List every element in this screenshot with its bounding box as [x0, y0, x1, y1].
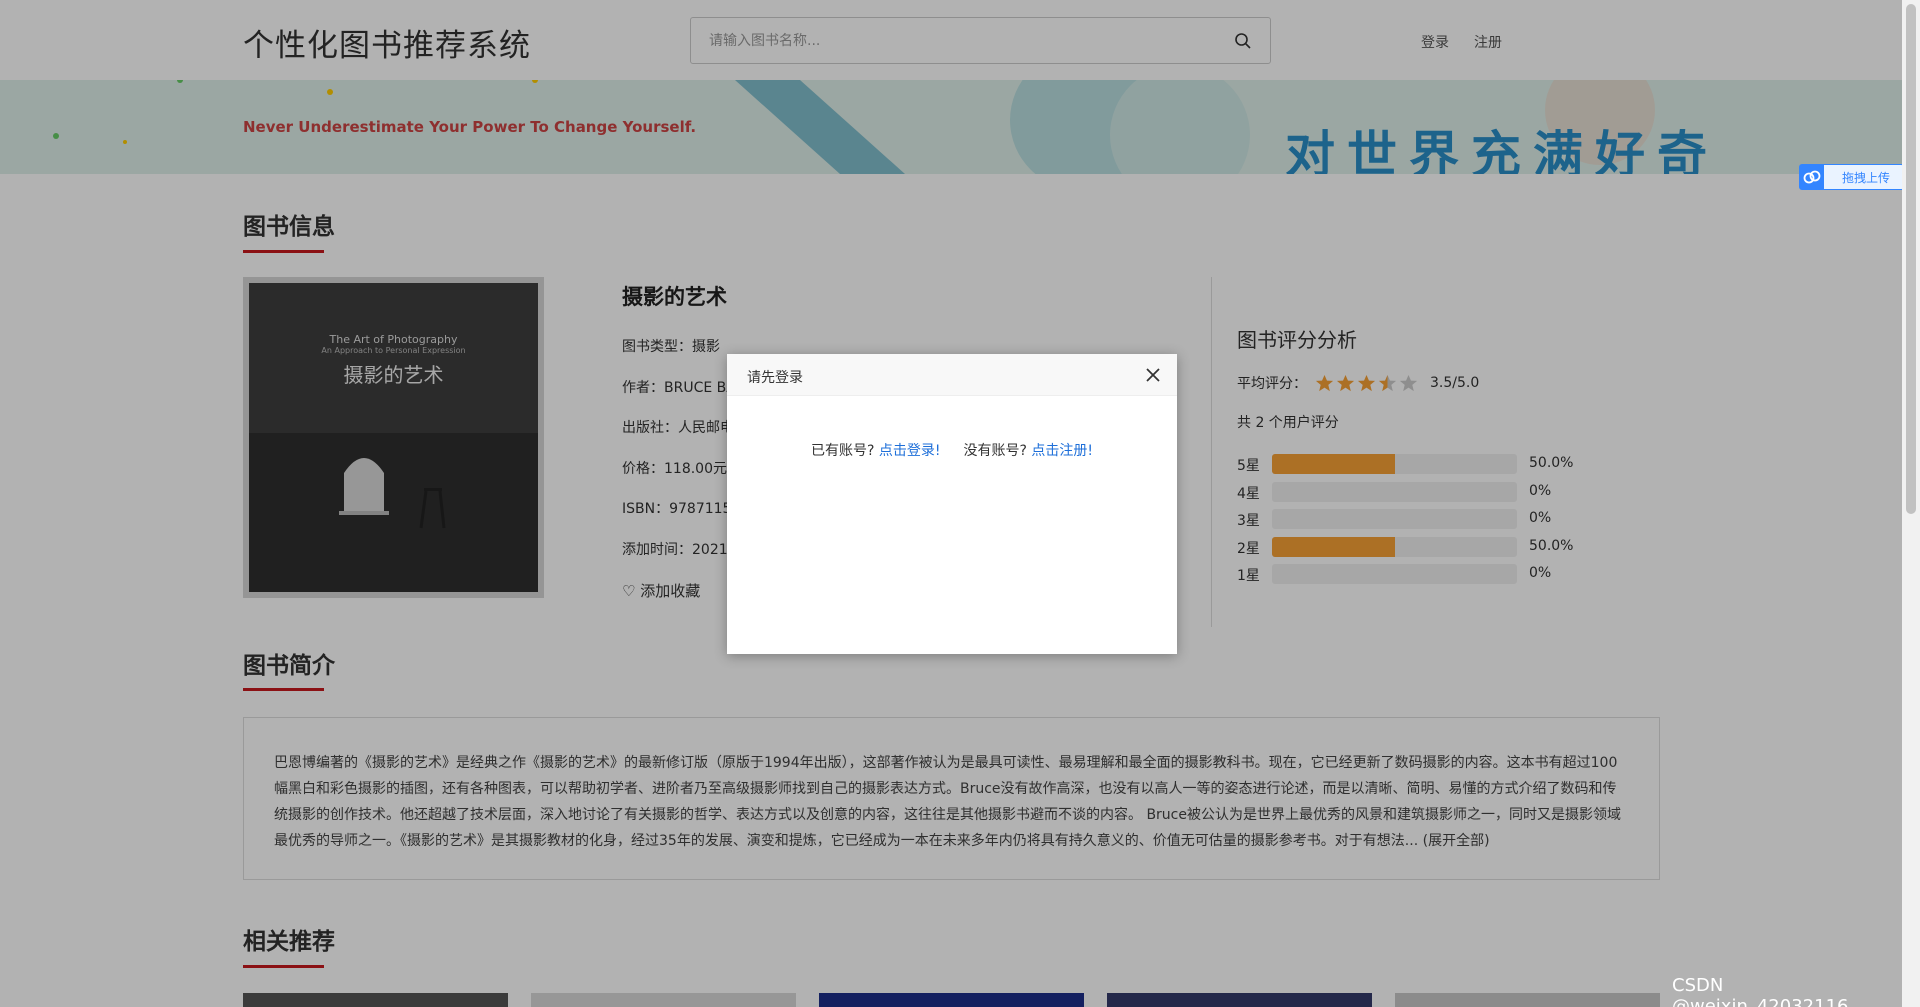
no-account-text: 没有账号? [963, 443, 1027, 459]
modal-header: 请先登录 [727, 354, 1177, 396]
modal-title: 请先登录 [747, 370, 803, 386]
modal-register-link[interactable]: 点击注册! [1031, 443, 1093, 459]
scrollbar-thumb[interactable] [1906, 4, 1916, 514]
modal-body: 已有账号? 点击登录! 没有账号? 点击注册! [727, 440, 1177, 460]
cloud-icon [1800, 165, 1824, 189]
login-modal: 请先登录 已有账号? 点击登录! 没有账号? 点击注册! [727, 354, 1177, 654]
has-account-text: 已有账号? [811, 443, 875, 459]
close-icon[interactable] [1145, 367, 1161, 383]
page: 个性化图书推荐系统 登录 注册 Never Underestimate Your… [0, 0, 1902, 1007]
scrollbar[interactable] [1902, 0, 1920, 1007]
watermark: CSDN @weixin_42032116 [1672, 975, 1849, 1007]
modal-login-link[interactable]: 点击登录! [879, 443, 941, 459]
drag-upload-widget[interactable]: 拖拽上传 [1799, 164, 1902, 190]
upload-label: 拖拽上传 [1842, 170, 1891, 185]
